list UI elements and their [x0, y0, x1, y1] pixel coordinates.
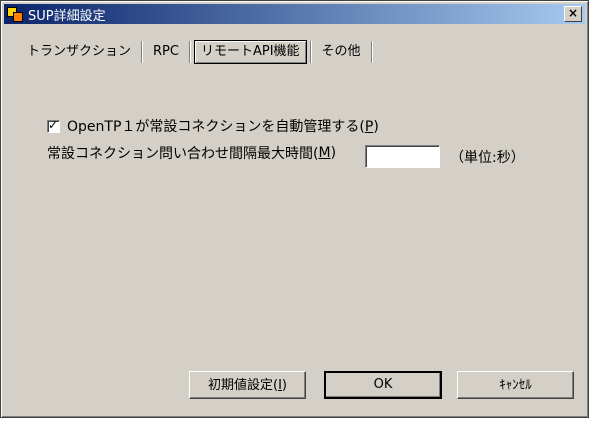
check-icon: ✓ [48, 117, 59, 132]
tab-divider [370, 41, 373, 63]
ok-button[interactable]: OK [324, 371, 442, 399]
tab-other[interactable]: その他 [312, 41, 371, 63]
tab-divider [188, 41, 191, 63]
interval-unit-label: （単位:秒） [450, 150, 525, 166]
reset-defaults-button[interactable]: 初期値設定(I) [189, 371, 306, 399]
auto-manage-checkbox[interactable]: ✓ [47, 117, 60, 133]
auto-manage-label: OpenTP１が常設コネクションを自動管理する(P) [67, 119, 379, 135]
tab-transaction[interactable]: トランザクション [17, 41, 141, 63]
tab-remote-api[interactable]: リモートAPI機能 [193, 40, 307, 64]
interval-label: 常設コネクション問い合わせ間隔最大時間(M) [47, 145, 337, 162]
app-icon [7, 6, 23, 22]
interval-input[interactable] [365, 145, 440, 168]
auto-manage-option[interactable]: ✓ OpenTP１が常設コネクションを自動管理する(P) [47, 116, 379, 136]
close-button[interactable]: × [564, 6, 582, 22]
tab-rpc[interactable]: RPC [143, 41, 189, 63]
dialog-window: SUP詳細設定 × トランザクション RPC リモートAPI機能 その他 ✓ O… [0, 0, 589, 418]
cancel-button[interactable]: ｷｬﾝｾﾙ [457, 371, 574, 399]
window-title: SUP詳細設定 [28, 8, 106, 24]
tab-strip: トランザクション RPC リモートAPI機能 その他 [17, 39, 373, 65]
title-bar[interactable]: SUP詳細設定 × [4, 4, 585, 24]
